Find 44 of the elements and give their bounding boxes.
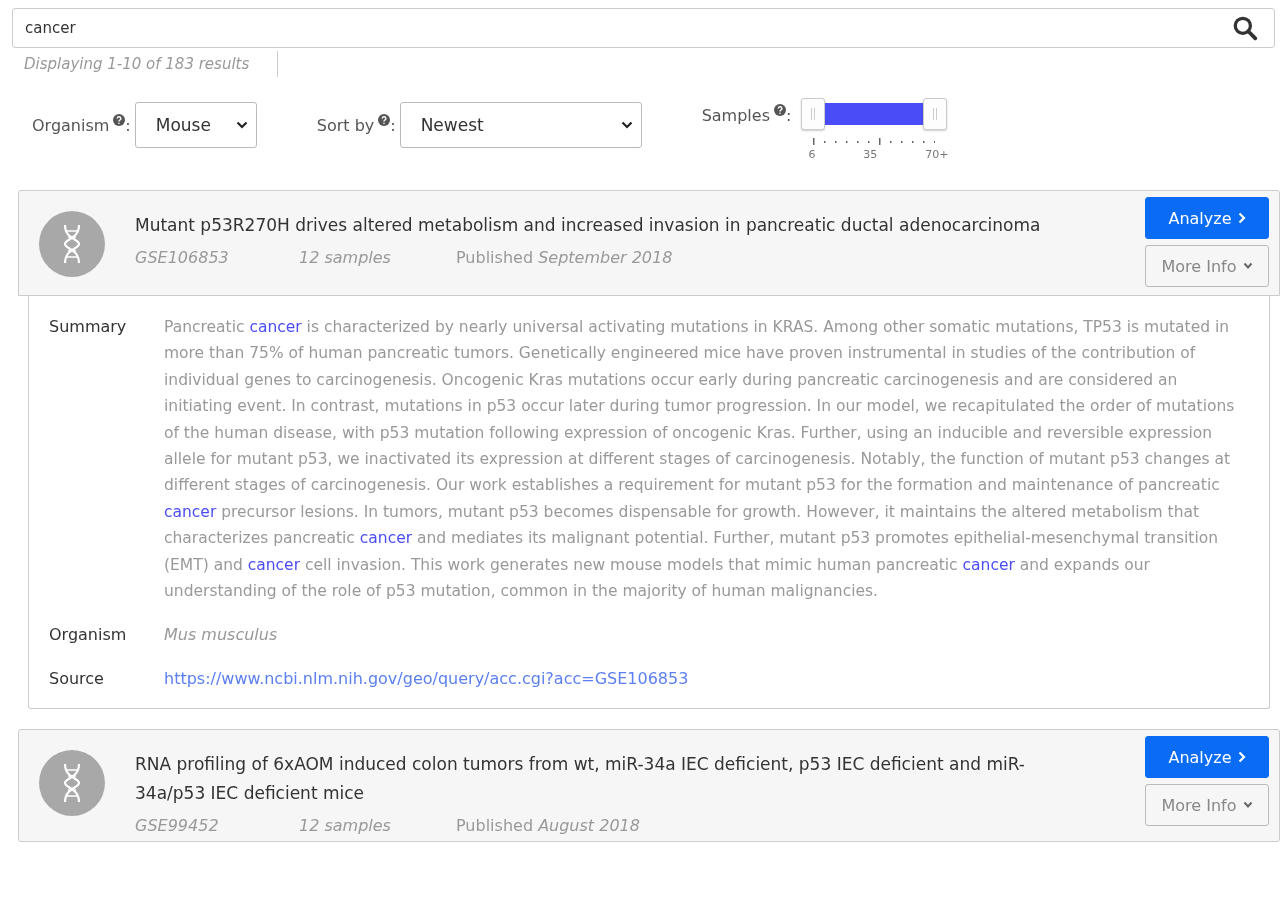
summary-text: Pancreatic cancer is characterized by nearly universal activating mutations in KRAS. Among other somatic mutations, TP53 is mutated in more than 75% of human pancreatic tumors. Genetically engineered mice have proven instrumental in studies of the contribution of individual genes to carcinogenesis. Oncogenic Kras mutations occur early during pancreatic carcinogenesis and are considered an initiating event. In contrast, mutations in p53 occur later during tumor progression. In our model, we recapitulated the order of mutations of the human disease, with p53 mutation following expression of oncogenic Kras. Further, using an inducible and reversible expression allele for mutant p53, we inactivated its expression at different stages of carcinogenesis. Notably, the function of mutant p53 changes at different stages of carcinogenesis. Our work establishes a requirement for mutant p53 for the formation and maintenance of pancreatic cancer precursor lesions. In tumors, mutant p53 becomes dispensable for growth. However, it maintains the altered metabolism that characterizes pancreatic cancer and mediates its malignant potential. Further, mutant p53 promotes epithelial-mesenchymal transition (EMT) and cancer cell invasion. This work generates new mouse models that mimic human pancreatic cancer and expands our understanding of the role of p53 mutation, common in the majority of human malignancies.	[164, 317, 1236, 603]
dataset-title[interactable]: RNA profiling of 6xAOM induced colon tumors from wt, miR-34a IEC deficient, p53 IEC deficient and miR-34a/p53 IEC deficient mice	[135, 750, 1075, 809]
tick-label: 35	[863, 148, 878, 161]
colon: :	[786, 106, 792, 125]
filter-label: Sort by	[316, 115, 375, 135]
filter-label: Organism	[32, 115, 110, 135]
colon: :	[125, 115, 131, 135]
detail-label: Source	[49, 668, 105, 691]
chevron-down-icon	[1242, 262, 1253, 270]
chevron-down-icon	[1242, 801, 1253, 810]
help-icon[interactable]	[774, 104, 786, 116]
organism-dropdown[interactable]: Mouse	[134, 102, 257, 148]
help-icon[interactable]	[113, 114, 126, 126]
sample-count: 12 samples	[299, 248, 392, 267]
chevron-right-icon	[1237, 212, 1246, 224]
sample-count: 12 samples	[299, 816, 392, 836]
analyze-button[interactable]: Analyze	[1145, 197, 1269, 239]
dataset-title[interactable]: Mutant p53R270H drives altered metabolism and increased invasion in pancreatic ductal adenocarcinoma	[135, 211, 1075, 240]
organism-name: Mus musculus	[164, 624, 279, 647]
analyze-button[interactable]: Analyze	[1145, 736, 1269, 779]
tick-label: 6	[808, 148, 816, 161]
chevron-down-icon	[620, 121, 633, 129]
slider-handle[interactable]	[801, 98, 826, 130]
accession-id: GSE99452	[135, 816, 220, 836]
colon: :	[390, 115, 396, 135]
published-date: Published August 2018	[456, 816, 640, 836]
help-icon[interactable]	[378, 114, 391, 126]
search-bar[interactable]: cancer	[12, 8, 1275, 48]
search-icon[interactable]	[1232, 15, 1258, 41]
dna-icon	[39, 211, 105, 277]
published-date: Published September 2018	[456, 248, 673, 267]
dna-icon	[39, 750, 105, 817]
slider-handle[interactable]	[923, 98, 948, 130]
detail-label: Organism	[49, 624, 128, 647]
detail-label: Summary	[49, 316, 128, 338]
sort-dropdown[interactable]: Newest	[399, 102, 642, 148]
source-link[interactable]: https://www.ncbi.nlm.nih.gov/geo/query/acc.cgi?acc=GSE106853	[164, 669, 689, 689]
search-field[interactable]: cancer	[23, 18, 1232, 38]
chevron-right-icon	[1237, 751, 1246, 764]
chevron-down-icon	[235, 121, 248, 129]
filter-label: Samples	[701, 106, 770, 125]
tick-label: 70+	[925, 148, 949, 161]
accession-id: GSE106853	[135, 248, 230, 267]
results-count: Displaying 1-10 of 183 results	[12, 51, 279, 77]
